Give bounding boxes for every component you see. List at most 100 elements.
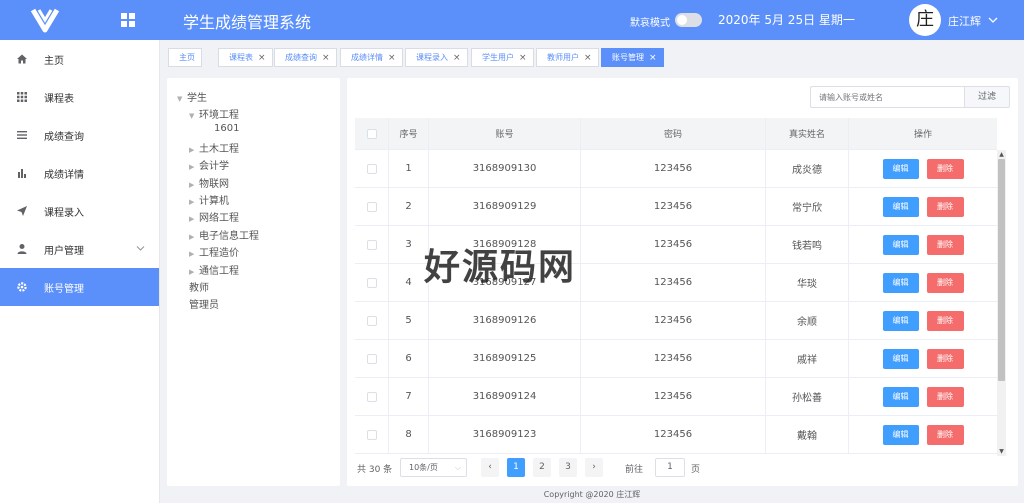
tab-student-users[interactable]: 学生用户 × — [471, 48, 534, 67]
tree-node-major[interactable]: ▶ 计算机 — [189, 192, 229, 207]
close-icon[interactable]: × — [388, 53, 396, 63]
close-icon[interactable]: × — [258, 53, 266, 63]
real-name-cell: 余顺 — [766, 302, 849, 339]
edit-button[interactable]: 编辑 — [882, 348, 919, 369]
chevron-down-icon[interactable] — [136, 245, 145, 252]
caret-right-icon: ▶ — [189, 198, 195, 206]
sidebar-item-schedule[interactable]: 课程表 — [0, 78, 159, 116]
chevron-down-icon[interactable] — [988, 16, 998, 24]
close-icon[interactable]: × — [519, 53, 527, 63]
sidebar-item-course-entry[interactable]: 课程录入 — [0, 192, 159, 230]
tree-node-label: 1601 — [214, 123, 240, 134]
mourning-mode-toggle[interactable] — [675, 13, 702, 27]
page-size-select[interactable]: 10条/页 ⌵ — [400, 458, 467, 477]
prev-page-button[interactable]: ‹ — [481, 458, 499, 477]
scroll-up-icon[interactable]: ▲ — [998, 151, 1005, 158]
row-checkbox[interactable] — [366, 391, 377, 402]
tree-node-label: 网络工程 — [199, 213, 239, 224]
tree-node-major[interactable]: ▶ 会计学 — [189, 157, 229, 172]
row-checkbox[interactable] — [366, 429, 377, 440]
sidebar-item-label: 课程录入 — [44, 207, 84, 219]
tree-node-major[interactable]: ▶ 土木工程 — [189, 140, 239, 155]
next-page-button[interactable]: › — [585, 458, 603, 477]
sidebar-item-grade-detail[interactable]: 成绩详情 — [0, 154, 159, 192]
table-row: 6 3168909125 123456 戚祥 编辑 删除 — [355, 340, 997, 378]
close-icon[interactable]: × — [322, 53, 330, 63]
row-checkbox[interactable] — [366, 163, 377, 174]
tree-node-major[interactable]: ▶ 工程造价 — [189, 244, 239, 259]
tab-grade-detail[interactable]: 成绩详情 × — [340, 48, 403, 67]
edit-button[interactable]: 编辑 — [882, 386, 919, 407]
delete-button[interactable]: 删除 — [926, 424, 964, 445]
delete-button[interactable]: 删除 — [926, 196, 964, 217]
row-checkbox[interactable] — [366, 353, 377, 364]
scrollbar-thumb[interactable] — [998, 159, 1005, 381]
tab-teacher-users[interactable]: 教师用户 × — [536, 48, 599, 67]
delete-button[interactable]: 删除 — [926, 158, 964, 179]
column-header: 密码 — [581, 118, 766, 149]
delete-button[interactable]: 删除 — [926, 348, 964, 369]
row-checkbox[interactable] — [366, 239, 377, 250]
user-menu[interactable]: 庄江辉 — [948, 13, 981, 29]
search-input[interactable] — [810, 86, 965, 108]
tab-schedule[interactable]: 课程表 × — [218, 48, 273, 67]
row-checkbox[interactable] — [366, 201, 377, 212]
copyright-footer: Copyright @2020 庄江辉 — [543, 490, 641, 499]
row-index: 3 — [389, 226, 429, 263]
tree-node-major[interactable]: ▶ 物联网 — [189, 175, 229, 190]
table-row: 7 3168909124 123456 孙松善 编辑 删除 — [355, 378, 997, 416]
page-button-3[interactable]: 3 — [559, 458, 577, 477]
row-checkbox[interactable] — [366, 315, 377, 326]
grid-menu-icon[interactable] — [120, 12, 136, 28]
edit-button[interactable]: 编辑 — [882, 310, 919, 331]
tree-node-expanded[interactable]: ▼ 环境工程 — [189, 106, 239, 121]
filter-button[interactable]: 过滤 — [964, 86, 1010, 108]
delete-button[interactable]: 删除 — [926, 310, 964, 331]
caret-down-icon: ▼ — [177, 95, 183, 103]
sidebar-item-grade-query[interactable]: 成绩查询 — [0, 116, 159, 154]
edit-button[interactable]: 编辑 — [882, 158, 919, 179]
page-button-1[interactable]: 1 — [507, 458, 525, 477]
watermark: 好源码网 — [424, 247, 577, 288]
tree-node-major[interactable]: ▶ 电子信息工程 — [189, 227, 259, 242]
delete-button[interactable]: 删除 — [926, 386, 964, 407]
tab-home[interactable]: 主页 — [168, 48, 202, 67]
page-button-2[interactable]: 2 — [533, 458, 551, 477]
sidebar-item-account-management[interactable]: 账号管理 — [0, 268, 159, 306]
edit-button[interactable]: 编辑 — [882, 196, 919, 217]
delete-button[interactable]: 删除 — [926, 272, 964, 293]
caret-right-icon: ▶ — [189, 163, 195, 171]
scroll-down-icon[interactable]: ▼ — [998, 448, 1005, 455]
tab-grade-query[interactable]: 成绩查询 × — [274, 48, 337, 67]
tree-node-label: 土木工程 — [199, 144, 239, 155]
tab-course-entry[interactable]: 课程录入 × — [405, 48, 468, 67]
tree-node-teacher[interactable]: 教师 — [189, 279, 209, 294]
tree-node-major[interactable]: ▶ 通信工程 — [189, 262, 239, 277]
logo-icon — [30, 8, 60, 33]
actions-cell: 编辑 删除 — [849, 226, 997, 263]
close-icon[interactable]: × — [649, 53, 657, 63]
table-row: 2 3168909129 123456 常宁欣 编辑 删除 — [355, 188, 997, 226]
edit-button[interactable]: 编辑 — [882, 234, 919, 255]
sidebar-item-user-management[interactable]: 用户管理 — [0, 230, 159, 268]
tree-node-major[interactable]: ▶ 网络工程 — [189, 209, 239, 224]
edit-button[interactable]: 编辑 — [882, 272, 919, 293]
close-icon[interactable]: × — [453, 53, 461, 63]
row-checkbox[interactable] — [366, 277, 377, 288]
tree-node-admin[interactable]: 管理员 — [189, 296, 219, 311]
avatar[interactable]: 庄 — [909, 4, 941, 36]
goto-page-input[interactable]: 1 — [655, 458, 685, 477]
row-checkbox-cell — [355, 188, 389, 225]
tree-node-class[interactable]: 1601 — [214, 123, 239, 134]
select-all-checkbox[interactable] — [366, 128, 377, 139]
tab-account-management[interactable]: 账号管理 × — [601, 48, 664, 67]
real-name-cell: 成炎德 — [766, 150, 849, 187]
tree-node-label: 物联网 — [199, 179, 229, 190]
tree-node-student[interactable]: ▼ 学生 — [177, 89, 207, 104]
close-icon[interactable]: × — [584, 53, 592, 63]
table-scrollbar[interactable]: ▲ ▼ — [997, 150, 1006, 456]
delete-button[interactable]: 删除 — [926, 234, 964, 255]
edit-button[interactable]: 编辑 — [882, 424, 919, 445]
sidebar-item-label: 主页 — [44, 55, 64, 67]
sidebar-item-home[interactable]: 主页 — [0, 40, 159, 78]
